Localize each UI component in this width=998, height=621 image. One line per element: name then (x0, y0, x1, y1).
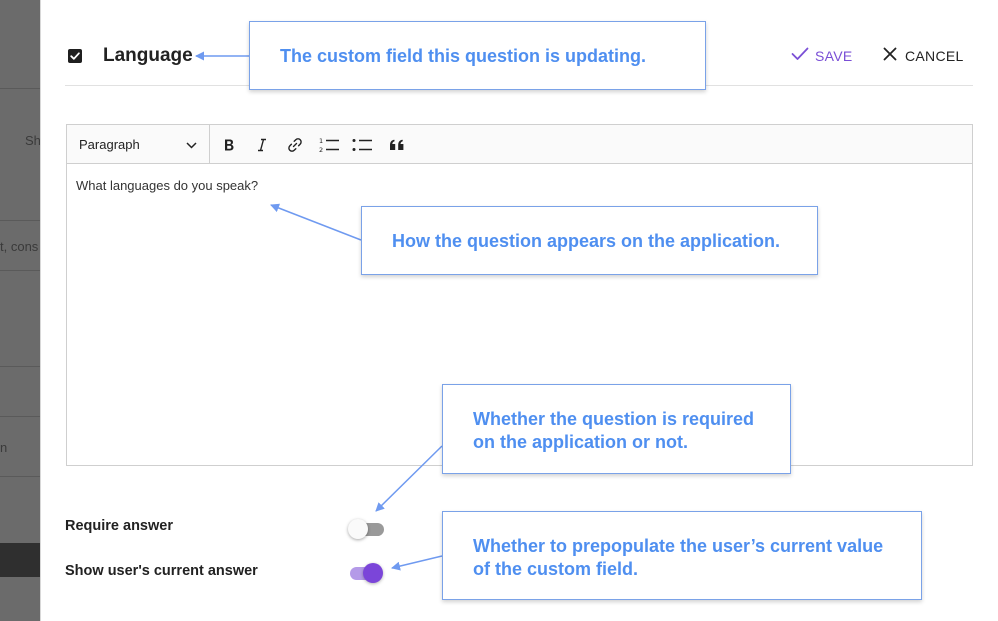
cancel-label: CANCEL (905, 47, 964, 64)
numbered-list-icon[interactable]: 12 (318, 134, 340, 156)
callout-text: The custom field this question is updati… (280, 46, 647, 66)
format-select-value: Paragraph (79, 136, 140, 152)
save-label: SAVE (815, 47, 853, 64)
callout-text: How the question appears on the applicat… (392, 231, 781, 251)
save-button[interactable]: SAVE (791, 47, 853, 64)
callout-text: Whether to prepopulate the user’s curren… (473, 536, 884, 579)
check-icon (791, 47, 809, 64)
quote-icon[interactable] (386, 134, 408, 156)
background-divider (0, 416, 40, 417)
cancel-button[interactable]: CANCEL (883, 47, 964, 64)
background-divider (0, 476, 40, 477)
background-divider (0, 270, 40, 271)
callout-text: Whether the question is required on the … (473, 409, 755, 452)
callout-required: Whether the question is required on the … (442, 384, 791, 474)
background-divider (0, 366, 40, 367)
callout-custom-field: The custom field this question is updati… (249, 21, 706, 90)
bold-icon[interactable] (218, 134, 240, 156)
background-divider (0, 220, 40, 221)
require-answer-label: Require answer (65, 518, 173, 534)
background-text: Sh (25, 133, 40, 148)
paragraph-format-select[interactable]: Paragraph (67, 125, 210, 163)
checkbox-checked-icon (68, 49, 82, 63)
editor-toolbar: Paragraph 12 (67, 125, 972, 164)
custom-field-title: Language (103, 45, 193, 66)
background-divider (0, 88, 40, 89)
bulleted-list-icon[interactable] (351, 134, 373, 156)
show-current-answer-toggle[interactable] (346, 562, 384, 584)
svg-text:1: 1 (319, 137, 323, 145)
show-current-answer-label: Show user's current answer (65, 563, 258, 579)
svg-text:2: 2 (319, 146, 323, 154)
background-bar (0, 543, 40, 577)
callout-prepopulate: Whether to prepopulate the user’s curren… (442, 511, 922, 600)
close-icon (883, 47, 897, 64)
link-icon[interactable] (284, 134, 306, 156)
background-text: n (0, 440, 8, 455)
background-page: Sh t, cons n (0, 0, 40, 621)
require-answer-toggle[interactable] (348, 518, 386, 540)
background-text: t, cons (0, 239, 39, 254)
toggle-knob (348, 519, 368, 539)
question-text: What languages do you speak? (76, 178, 259, 193)
callout-question-appearance: How the question appears on the applicat… (361, 206, 818, 275)
chevron-down-icon (186, 137, 197, 152)
toggle-knob (363, 563, 383, 583)
italic-icon[interactable] (251, 134, 273, 156)
